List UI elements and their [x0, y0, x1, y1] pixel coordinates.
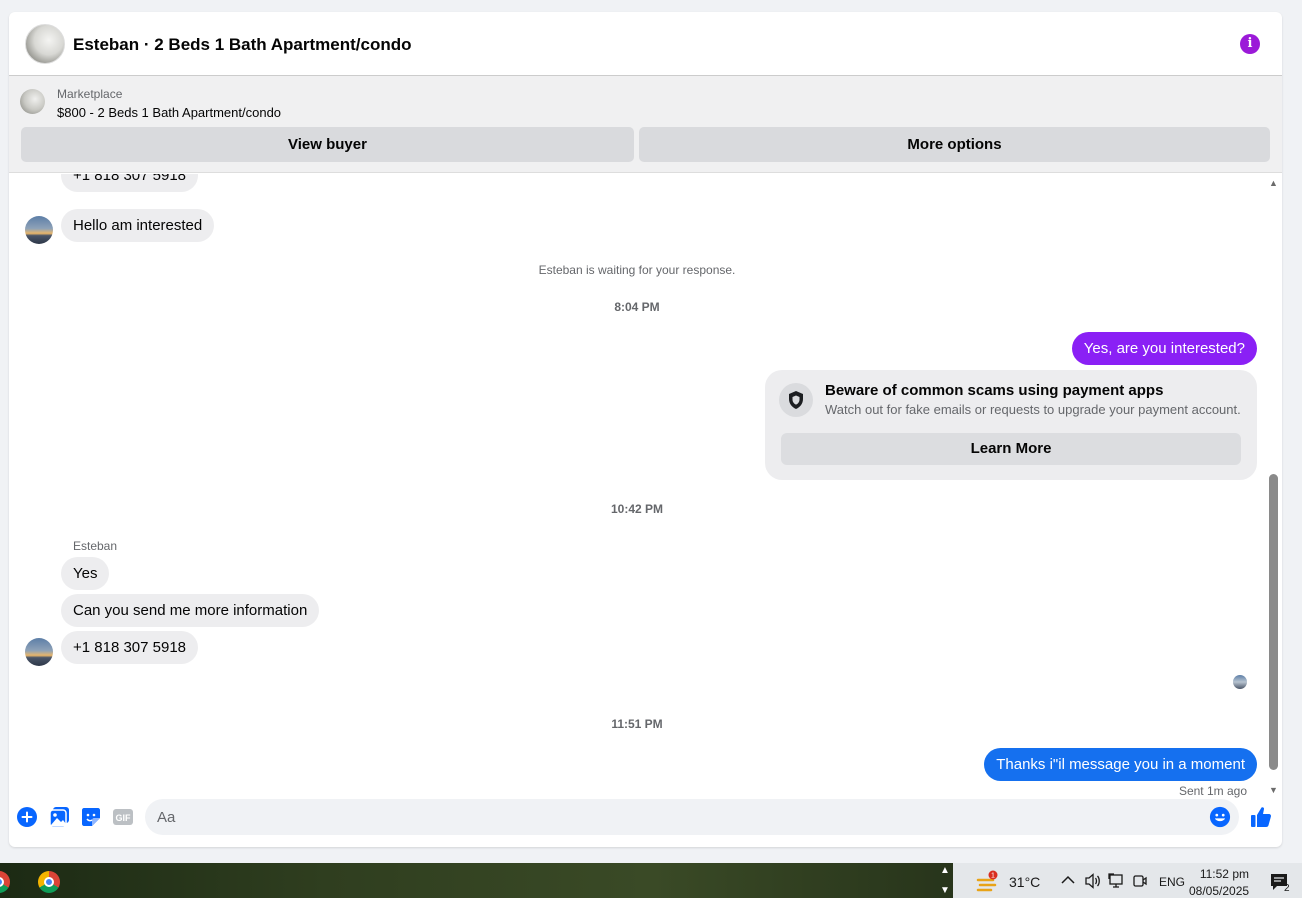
message-thread: +1 818 307 5918 Hello am interested Este…	[9, 174, 1265, 799]
chat-window: Esteban · 2 Beds 1 Bath Apartment/condo …	[9, 12, 1282, 847]
timestamp-3: 11:51 PM	[611, 717, 663, 731]
sent-status: Sent 1m ago	[1178, 784, 1247, 798]
marketplace-label: Marketplace	[57, 87, 123, 101]
sender-name: Esteban	[73, 539, 118, 553]
gif-icon[interactable]: GIF	[111, 805, 135, 829]
message-bubble-outgoing-1[interactable]: Yes, are you interested?	[1071, 332, 1257, 365]
taskbar-scroll-up-icon[interactable]: ▲	[940, 865, 950, 876]
listing-thumbnail[interactable]	[20, 89, 45, 114]
message-bubble-yes[interactable]: Yes	[61, 557, 110, 590]
marketplace-panel: Marketplace $800 - 2 Beds 1 Bath Apartme…	[9, 76, 1282, 173]
message-bubble-info[interactable]: Can you send me more information	[61, 594, 320, 627]
scam-warning-card: Beware of common scams using payment app…	[765, 370, 1257, 480]
message-bubble-phone[interactable]: +1 818 307 5918	[61, 631, 199, 664]
more-options-button[interactable]: More options	[639, 127, 1270, 162]
timestamp-1: 8:04 PM	[614, 300, 660, 314]
chat-header: Esteban · 2 Beds 1 Bath Apartment/condo …	[9, 12, 1282, 76]
message-input[interactable]	[145, 799, 1239, 835]
learn-more-button[interactable]: Learn More	[781, 433, 1241, 465]
scroll-thumb[interactable]	[1269, 474, 1278, 770]
speaker-icon[interactable]	[1084, 873, 1102, 889]
emoji-icon[interactable]	[1209, 806, 1231, 828]
listing-avatar[interactable]	[25, 24, 65, 64]
like-thumb-icon[interactable]	[1249, 805, 1273, 829]
thread-scrollbar[interactable]: ▲ ▼	[1266, 174, 1282, 799]
weather-temperature[interactable]: 31°C	[1009, 874, 1040, 890]
timestamp-2: 10:42 PM	[610, 502, 664, 516]
view-buyer-button[interactable]: View buyer	[21, 127, 634, 162]
plus-icon[interactable]	[15, 805, 39, 829]
svg-text:GIF: GIF	[116, 813, 132, 823]
language-indicator[interactable]: ENG	[1159, 875, 1185, 889]
windows-taskbar: ▲ ▼ 1 31°C ENG 11:52 pm 08/05/2025 2	[0, 863, 1302, 898]
message-composer: GIF	[9, 799, 1282, 847]
message-bubble-interested[interactable]: Hello am interested	[61, 209, 215, 242]
esteban-avatar[interactable]	[25, 216, 53, 244]
message-bubble-outgoing-2[interactable]: Thanks i"il message you in a moment	[984, 748, 1257, 781]
sticker-icon[interactable]	[79, 805, 103, 829]
chevron-up-icon[interactable]	[1061, 875, 1075, 885]
meet-now-icon[interactable]	[1133, 873, 1147, 889]
clock-date[interactable]: 08/05/2025	[1189, 884, 1249, 898]
scam-warning-title: Beware of common scams using payment app…	[825, 382, 1164, 399]
scam-warning-subtitle: Watch out for fake emails or requests to…	[825, 402, 1241, 417]
shield-icon	[779, 383, 813, 417]
listing-title[interactable]: $800 - 2 Beds 1 Bath Apartment/condo	[57, 105, 281, 120]
message-bubble-phone-top[interactable]: +1 818 307 5918	[61, 174, 199, 192]
info-icon[interactable]: i	[1240, 34, 1260, 54]
system-tray: 1 31°C ENG 11:52 pm 08/05/2025 2	[953, 863, 1302, 898]
esteban-avatar[interactable]	[25, 638, 53, 666]
chrome-profile-icon[interactable]	[0, 871, 10, 893]
weather-icon[interactable]: 1	[975, 870, 999, 892]
clock-time[interactable]: 11:52 pm	[1189, 867, 1249, 881]
svg-text:1: 1	[991, 873, 995, 880]
photo-icon[interactable]	[48, 805, 72, 829]
chrome-icon[interactable]	[38, 871, 60, 893]
chat-title[interactable]: Esteban · 2 Beds 1 Bath Apartment/condo	[73, 35, 411, 55]
notification-count: 2	[1284, 883, 1290, 894]
waiting-notice: Esteban is waiting for your response.	[538, 263, 736, 277]
scroll-down-arrow-icon[interactable]: ▼	[1269, 785, 1278, 795]
seen-indicator-avatar	[1233, 675, 1247, 689]
network-icon[interactable]	[1108, 873, 1126, 889]
taskbar-scroll-down-icon[interactable]: ▼	[940, 885, 950, 896]
scroll-up-arrow-icon[interactable]: ▲	[1269, 178, 1278, 188]
